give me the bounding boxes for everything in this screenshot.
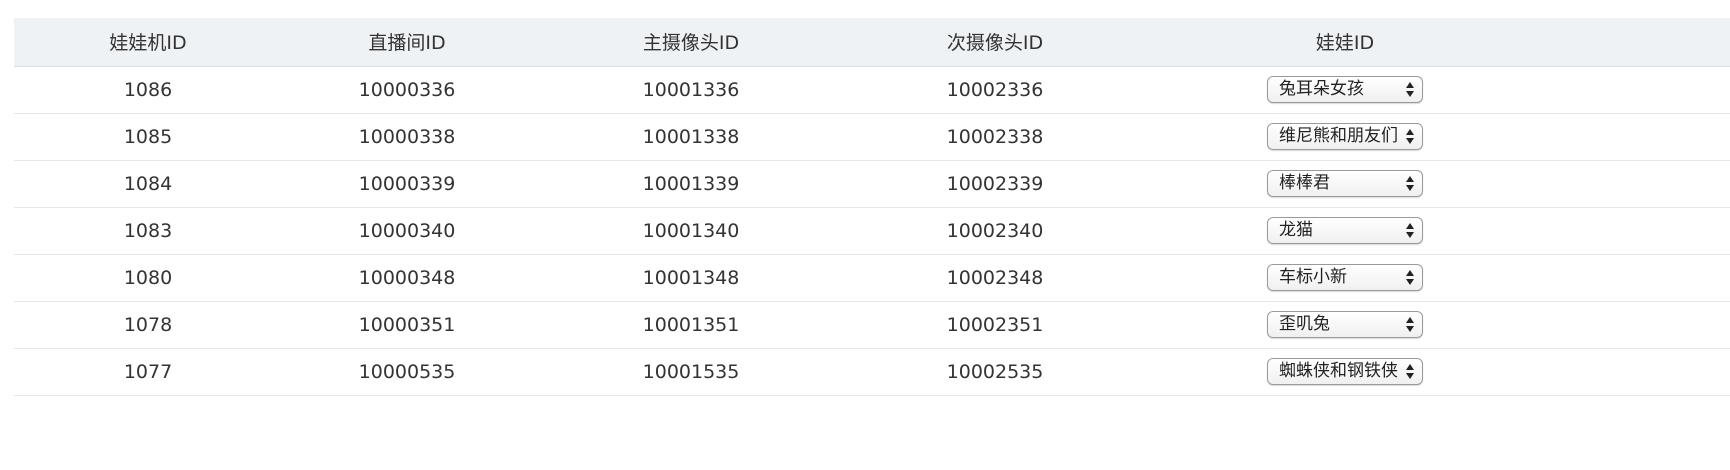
doll-select[interactable]: 维尼熊和朋友们 [1267,123,1423,150]
cell-room-id: 10000336 [358,78,456,101]
cell-machine-id: 1077 [123,360,173,383]
cell-machine-id: 1086 [123,78,173,101]
cell-room-id: 10000338 [358,125,456,148]
cell-spacer [1550,301,1730,348]
doll-select[interactable]: 歪叽兔 [1267,311,1423,338]
cell-main-camera-id: 10001351 [642,313,740,336]
up-down-arrows-icon [1406,364,1414,379]
table-row: 1078 10000351 10001351 10002351 歪叽兔 [14,301,1730,348]
header-doll-id: 娃娃ID [1315,32,1375,55]
up-down-arrows-icon [1406,270,1414,285]
cell-doll-select: 棒棒君 [1140,160,1550,207]
cell-main-camera-id: 10001336 [642,78,740,101]
table-row: 1080 10000348 10001348 10002348 车标小新 [14,254,1730,301]
cell-main-camera-id: 10001340 [642,219,740,242]
doll-select[interactable]: 棒棒君 [1267,170,1423,197]
up-down-arrows-icon [1406,176,1414,191]
table-body: 1086 10000336 10001336 10002336 兔耳朵女孩 10… [14,66,1730,395]
header-machine-id: 娃娃机ID [109,32,187,55]
cell-room-id: 10000535 [358,360,456,383]
doll-select[interactable]: 龙猫 [1267,217,1423,244]
cell-spacer [1550,254,1730,301]
doll-select-value: 歪叽兔 [1279,314,1330,334]
doll-select-value: 车标小新 [1279,267,1347,287]
cell-machine-id: 1084 [123,172,173,195]
table-row: 1086 10000336 10001336 10002336 兔耳朵女孩 [14,66,1730,113]
cell-sub-camera-id: 10002340 [946,219,1044,242]
cell-spacer [1550,113,1730,160]
cell-spacer [1550,66,1730,113]
header-room-id: 直播间ID [368,32,446,55]
header-main-camera-id: 主摄像头ID [642,32,740,55]
header-spacer [1550,18,1730,66]
up-down-arrows-icon [1406,129,1414,144]
doll-select[interactable]: 蜘蛛侠和钢铁侠 [1267,358,1423,385]
cell-main-camera-id: 10001348 [642,266,740,289]
cell-room-id: 10000348 [358,266,456,289]
cell-doll-select: 兔耳朵女孩 [1140,66,1550,113]
cell-doll-select: 歪叽兔 [1140,301,1550,348]
table-row: 1083 10000340 10001340 10002340 龙猫 [14,207,1730,254]
doll-select-value: 蜘蛛侠和钢铁侠 [1279,361,1398,381]
cell-spacer [1550,207,1730,254]
doll-select-value: 棒棒君 [1279,173,1330,193]
cell-machine-id: 1078 [123,313,173,336]
doll-select[interactable]: 兔耳朵女孩 [1267,76,1423,103]
cell-main-camera-id: 10001339 [642,172,740,195]
cell-doll-select: 蜘蛛侠和钢铁侠 [1140,348,1550,395]
cell-doll-select: 维尼熊和朋友们 [1140,113,1550,160]
up-down-arrows-icon [1406,317,1414,332]
cell-sub-camera-id: 10002338 [946,125,1044,148]
cell-sub-camera-id: 10002351 [946,313,1044,336]
cell-main-camera-id: 10001338 [642,125,740,148]
doll-select-value: 兔耳朵女孩 [1279,79,1364,99]
table-row: 1085 10000338 10001338 10002338 维尼熊和朋友们 [14,113,1730,160]
cell-sub-camera-id: 10002348 [946,266,1044,289]
cell-machine-id: 1083 [123,219,173,242]
cell-room-id: 10000340 [358,219,456,242]
cell-doll-select: 龙猫 [1140,207,1550,254]
up-down-arrows-icon [1406,223,1414,238]
doll-select-value: 维尼熊和朋友们 [1279,126,1398,146]
doll-select-value: 龙猫 [1279,220,1313,240]
cell-room-id: 10000351 [358,313,456,336]
table-header: 娃娃机ID 直播间ID 主摄像头ID 次摄像头ID 娃娃ID [14,18,1730,66]
cell-doll-select: 车标小新 [1140,254,1550,301]
table-row: 1084 10000339 10001339 10002339 棒棒君 [14,160,1730,207]
cell-room-id: 10000339 [358,172,456,195]
table-header-row: 娃娃机ID 直播间ID 主摄像头ID 次摄像头ID 娃娃ID [14,18,1730,66]
cell-sub-camera-id: 10002336 [946,78,1044,101]
doll-select[interactable]: 车标小新 [1267,264,1423,291]
cell-sub-camera-id: 10002535 [946,360,1044,383]
cell-machine-id: 1085 [123,125,173,148]
cell-spacer [1550,160,1730,207]
cell-main-camera-id: 10001535 [642,360,740,383]
up-down-arrows-icon [1406,82,1414,97]
cell-spacer [1550,348,1730,395]
cell-machine-id: 1080 [123,266,173,289]
cell-sub-camera-id: 10002339 [946,172,1044,195]
header-sub-camera-id: 次摄像头ID [946,32,1044,55]
machine-table: 娃娃机ID 直播间ID 主摄像头ID 次摄像头ID 娃娃ID 1086 1000… [14,18,1730,396]
machine-table-container: 娃娃机ID 直播间ID 主摄像头ID 次摄像头ID 娃娃ID 1086 1000… [14,18,1730,396]
table-row: 1077 10000535 10001535 10002535 蜘蛛侠和钢铁侠 [14,348,1730,395]
